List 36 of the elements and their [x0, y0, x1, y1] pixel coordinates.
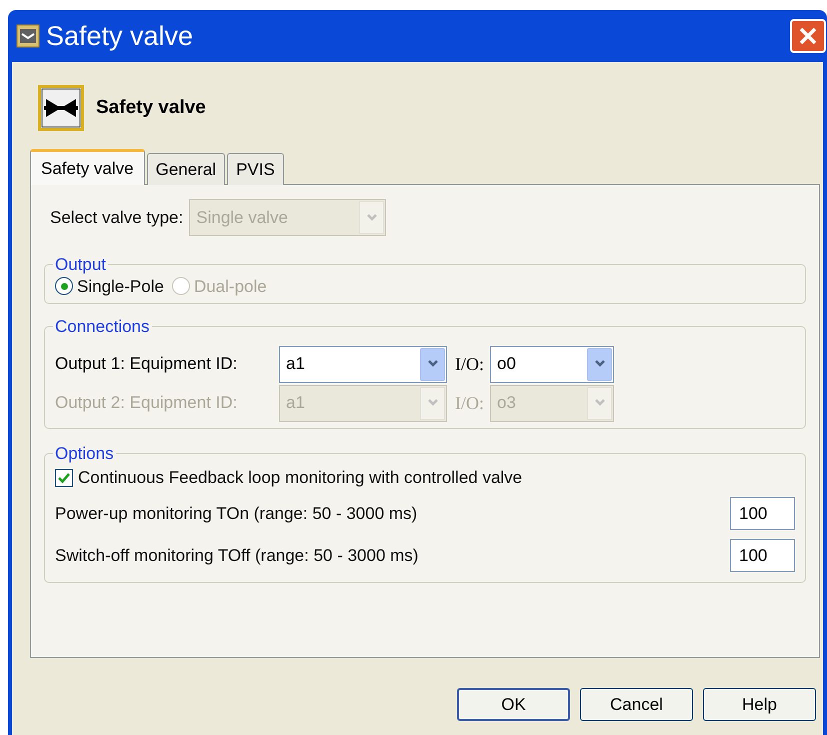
chevron-icon — [426, 398, 438, 408]
dropdown[interactable]: o0 — [490, 346, 614, 382]
number-field[interactable]: 100 — [730, 539, 795, 572]
field-label: Switch-off monitoring TOff (range: 50 - 3000 ms) — [55, 544, 418, 567]
field-label: Power-up monitoring TOn (range: 50 - 3000 ms) — [55, 502, 418, 525]
group-title: Output — [54, 254, 108, 276]
dialog-button[interactable]: OK — [457, 688, 570, 721]
chevron-icon — [594, 359, 606, 369]
field-label: Select valve type: — [50, 206, 184, 229]
tab[interactable]: General — [146, 153, 226, 185]
chevron-icon — [426, 359, 438, 369]
tab[interactable]: Safety valve — [30, 149, 145, 185]
dropdown[interactable]: a1 — [279, 346, 447, 382]
close-icon — [798, 26, 818, 46]
dialog-button[interactable]: Cancel — [580, 688, 693, 721]
dropdown-arrow-button[interactable] — [420, 348, 445, 380]
checkmark-icon — [57, 470, 71, 484]
group-title: Connections — [54, 316, 151, 338]
valve-icon — [38, 85, 84, 131]
field-label: I/O: — [455, 352, 484, 376]
chevron-icon — [366, 212, 378, 222]
field-label: Output 1: Equipment ID: — [55, 353, 238, 376]
tab[interactable]: PVIS — [227, 153, 284, 185]
close-button[interactable] — [790, 19, 826, 53]
dialog-heading: Safety valve — [96, 96, 206, 120]
radio-button[interactable]: Single-Pole — [55, 274, 164, 299]
number-field[interactable]: 100 — [730, 497, 795, 530]
checkbox[interactable]: Continuous Feedback loop monitoring with controlled valve — [55, 462, 795, 492]
dropdown-arrow-button[interactable] — [587, 348, 612, 380]
group-title: Options — [54, 443, 115, 465]
chevron-icon — [594, 398, 606, 408]
app-icon — [16, 24, 40, 48]
dialog-button[interactable]: Help — [703, 688, 816, 721]
field-label: Output 2: Equipment ID: — [55, 392, 238, 414]
field-label: I/O: — [455, 392, 484, 414]
window-title: Safety valve — [46, 22, 194, 50]
